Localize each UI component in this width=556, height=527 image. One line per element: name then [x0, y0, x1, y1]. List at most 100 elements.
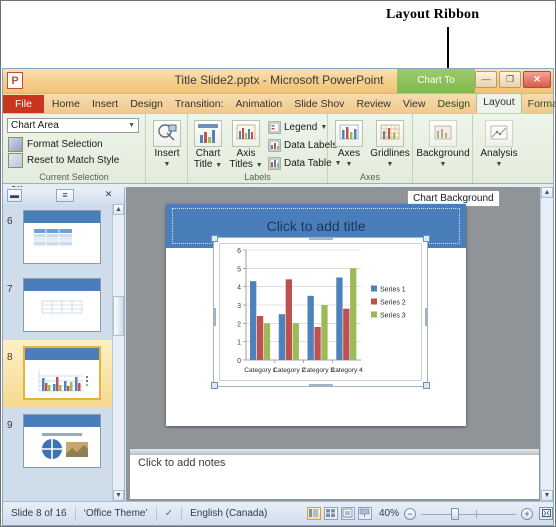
- chevron-down-icon[interactable]: ▼: [413, 159, 473, 170]
- svg-text:1: 1: [237, 340, 241, 347]
- tab-animations[interactable]: Animation: [230, 96, 289, 113]
- chevron-down-icon[interactable]: ▼: [320, 124, 327, 131]
- svg-text:Series 1: Series 1: [380, 287, 406, 294]
- chart-handle-tl[interactable]: [211, 235, 218, 242]
- axis-titles-button[interactable]: Axis Titles ▼: [228, 120, 264, 171]
- chart-title-button[interactable]: Chart Title ▼: [190, 120, 226, 171]
- tab-chart-layout[interactable]: Layout: [476, 93, 522, 113]
- axis-titles-icon: [232, 120, 260, 147]
- chart-plot-container[interactable]: 0 1 2 3 4 5 6 Category 1 Category 2 Category 3 Cat…: [219, 243, 422, 381]
- outline-tab-button[interactable]: ≡: [56, 189, 74, 202]
- reset-to-match-style-button[interactable]: Reset to Match Style: [8, 153, 119, 168]
- theme-name[interactable]: ‘Office Theme’: [76, 506, 157, 521]
- format-selection-label: Format Selection: [27, 139, 103, 150]
- minimize-button[interactable]: —: [475, 71, 497, 88]
- chevron-down-icon[interactable]: ▼: [256, 162, 263, 169]
- chart-handle-top[interactable]: [309, 237, 333, 240]
- chevron-down-icon[interactable]: ▼: [150, 159, 184, 170]
- tab-transitions[interactable]: Transition:: [169, 96, 230, 113]
- thumbnail-slide-8[interactable]: [23, 346, 101, 400]
- view-slideshow-button[interactable]: [357, 507, 372, 520]
- close-button[interactable]: ✕: [523, 71, 551, 88]
- chart-handle-bottom[interactable]: [309, 384, 333, 387]
- zoom-slider-handle[interactable]: [451, 507, 459, 520]
- tab-home[interactable]: Home: [46, 96, 86, 113]
- scroll-up-icon[interactable]: ▲: [541, 187, 553, 198]
- chevron-down-icon[interactable]: ▼: [369, 159, 411, 170]
- tab-view[interactable]: View: [397, 96, 432, 113]
- slides-tab-button[interactable]: ▬: [7, 189, 22, 202]
- tab-chart-design[interactable]: Design: [431, 96, 476, 113]
- analysis-label: Analysis: [480, 148, 518, 159]
- thumbnail-slide-6[interactable]: [23, 210, 101, 264]
- list-item[interactable]: 6: [3, 204, 113, 272]
- chart-handle-br[interactable]: [423, 382, 430, 389]
- slide-counter[interactable]: Slide 8 of 16: [3, 506, 76, 521]
- ribbon-group-analysis: Analysis ▼: [473, 114, 525, 183]
- legend-button[interactable]: Legend ▼: [268, 121, 327, 134]
- tab-design[interactable]: Design: [124, 96, 169, 113]
- chevron-down-icon[interactable]: ▼: [331, 159, 367, 170]
- chart-handle-tr[interactable]: [423, 235, 430, 242]
- thumbnail-slide-7[interactable]: [23, 278, 101, 332]
- view-reading-button[interactable]: [340, 507, 355, 520]
- spellcheck-status[interactable]: ✓: [157, 506, 183, 521]
- thumb-title-bar: [24, 211, 100, 223]
- axes-label: Axes: [337, 148, 361, 159]
- language-status[interactable]: English (Canada): [182, 507, 275, 521]
- tab-slide-show[interactable]: Slide Shov: [288, 96, 350, 113]
- chevron-down-icon: ▼: [128, 122, 135, 129]
- notes-box[interactable]: Click to add notes: [130, 449, 539, 499]
- panel-header: ▬ ≡ ✕: [3, 187, 124, 205]
- tab-review[interactable]: Review: [350, 96, 396, 113]
- view-normal-button[interactable]: [306, 507, 321, 520]
- chart-handle-left[interactable]: [213, 308, 216, 326]
- tab-insert[interactable]: Insert: [86, 96, 124, 113]
- svg-text:Category 3: Category 3: [302, 367, 335, 374]
- background-button[interactable]: Background ▼: [413, 120, 473, 170]
- chevron-down-icon[interactable]: ▼: [473, 159, 525, 170]
- ribbon: Chart Area ▼ Format Selection Reset to M…: [3, 114, 553, 184]
- scroll-down-icon[interactable]: ▼: [541, 490, 553, 501]
- slide-surface[interactable]: Click to add title 0 1 2 3 4 5 6 Category: [166, 204, 466, 426]
- axes-button[interactable]: Axes ▼: [331, 120, 367, 170]
- format-selection-button[interactable]: Format Selection: [8, 137, 103, 152]
- insert-picture-button[interactable]: Insert ▼: [150, 120, 184, 170]
- scroll-up-icon[interactable]: ▲: [113, 204, 124, 215]
- chart-element-combo[interactable]: Chart Area ▼: [7, 118, 139, 133]
- tab-file[interactable]: File: [3, 95, 44, 113]
- thumbnail-scrollbar[interactable]: ▲ ▼: [112, 204, 124, 501]
- background-icon: [429, 120, 457, 147]
- restore-button[interactable]: ❐: [499, 71, 521, 88]
- svg-text:2: 2: [237, 321, 241, 328]
- list-item[interactable]: 7: [3, 272, 113, 340]
- zoom-in-button[interactable]: +: [521, 507, 533, 520]
- chart-title-label-1: Chart: [195, 148, 221, 159]
- thumb-title-bar: [24, 279, 100, 291]
- chart-handle-bl[interactable]: [211, 382, 218, 389]
- view-slide-sorter-button[interactable]: [323, 507, 338, 520]
- reset-to-match-style-label: Reset to Match Style: [27, 155, 120, 166]
- zoom-slider[interactable]: [421, 507, 516, 520]
- thumb-grid-graphic: [41, 300, 83, 314]
- notes-splitter[interactable]: [130, 450, 539, 455]
- analysis-button[interactable]: Analysis ▼: [473, 120, 525, 170]
- zoom-level[interactable]: 40%: [379, 508, 404, 519]
- close-panel-icon[interactable]: ✕: [101, 189, 116, 202]
- scrollbar-thumb[interactable]: [113, 296, 124, 336]
- chart-handle-right[interactable]: [425, 308, 428, 326]
- fit-to-window-button[interactable]: [539, 507, 553, 520]
- list-item-selected[interactable]: 8: [3, 340, 113, 408]
- gridlines-button[interactable]: Gridlines ▼: [369, 120, 411, 170]
- chevron-down-icon[interactable]: ▼: [215, 162, 222, 169]
- ribbon-group-insert: Insert ▼: [146, 114, 188, 183]
- zoom-out-button[interactable]: −: [404, 507, 416, 520]
- scroll-down-icon[interactable]: ▼: [113, 490, 124, 501]
- chart-object[interactable]: 0 1 2 3 4 5 6 Category 1 Category 2 Category 3 Cat…: [211, 235, 430, 389]
- svg-text:Category 2: Category 2: [273, 367, 306, 374]
- slide-scrollbar[interactable]: ▲ ▼: [540, 187, 553, 501]
- thumbnail-slide-9[interactable]: [23, 414, 101, 468]
- tab-chart-format[interactable]: Format: [522, 96, 555, 113]
- list-item[interactable]: 9: [3, 408, 113, 476]
- thumbnail-list[interactable]: 6 7 8 9: [3, 204, 113, 501]
